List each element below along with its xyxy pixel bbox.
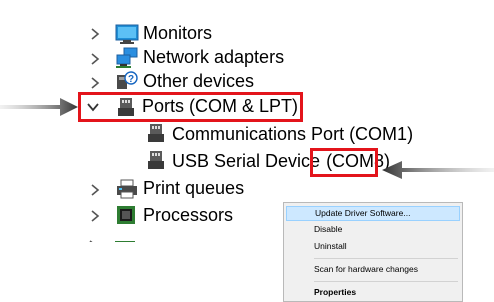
arrow-left-icon xyxy=(380,158,494,182)
context-menu: Update Driver Software... Disable Uninst… xyxy=(283,202,463,302)
tree-item-other-devices[interactable]: Other devices xyxy=(143,70,254,92)
chevron-right-icon[interactable] xyxy=(88,180,102,200)
menu-separator xyxy=(314,281,458,282)
chevron-right-icon[interactable] xyxy=(88,206,102,226)
unknown-device-icon: ? xyxy=(115,71,138,93)
menu-item-update-driver[interactable]: Update Driver Software... xyxy=(286,206,460,221)
menu-item-properties[interactable]: Properties xyxy=(286,285,460,300)
port-connector-icon xyxy=(145,149,167,171)
usb-device-name: USB Serial Device xyxy=(172,151,326,171)
menu-separator xyxy=(314,258,458,259)
processor-icon xyxy=(115,204,137,226)
svg-text:?: ? xyxy=(128,74,134,85)
menu-item-uninstall[interactable]: Uninstall xyxy=(286,239,460,254)
tree-item-network-adapters[interactable]: Network adapters xyxy=(143,46,284,68)
chevron-right-icon[interactable] xyxy=(88,73,102,93)
port-connector-icon xyxy=(145,122,167,144)
menu-item-scan-hardware[interactable]: Scan for hardware changes xyxy=(286,262,460,277)
chevron-right-icon[interactable] xyxy=(88,24,102,44)
tree-top-cutoff xyxy=(140,0,340,6)
chevron-right-icon[interactable] xyxy=(88,49,102,69)
monitor-icon xyxy=(115,23,139,45)
network-adapter-icon xyxy=(115,47,138,69)
tree-item-processors[interactable]: Processors xyxy=(143,204,233,226)
menu-item-disable[interactable]: Disable xyxy=(286,222,460,237)
tree-item-monitors[interactable]: Monitors xyxy=(143,22,212,44)
arrow-right-icon xyxy=(0,96,80,118)
highlight-box-ports xyxy=(78,92,303,122)
tree-item-communications-port[interactable]: Communications Port (COM1) xyxy=(172,123,413,145)
highlight-box-com8 xyxy=(310,148,378,177)
tree-next-row-cutoff xyxy=(88,234,278,242)
tree-item-print-queues[interactable]: Print queues xyxy=(143,177,244,199)
printer-icon xyxy=(115,178,137,200)
